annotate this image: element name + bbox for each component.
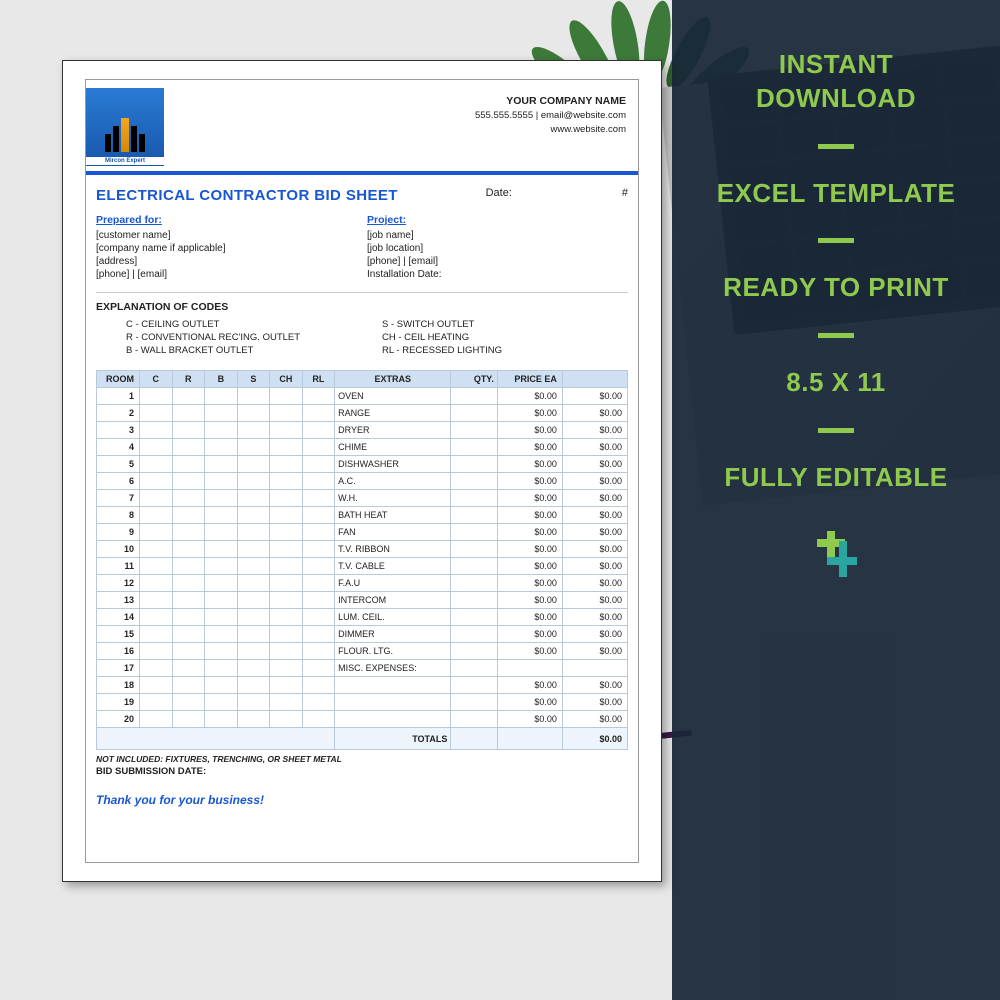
divider bbox=[818, 333, 854, 338]
table-row: 11T.V. CABLE$0.00$0.00 bbox=[97, 558, 628, 575]
totals-label: TOTALS bbox=[335, 728, 451, 750]
table-row: 20$0.00$0.00 bbox=[97, 711, 628, 728]
col-header: PRICE EA bbox=[497, 371, 562, 388]
divider bbox=[818, 144, 854, 149]
bid-date-label: BID SUBMISSION DATE: bbox=[86, 764, 638, 779]
table-row: 3DRYER$0.00$0.00 bbox=[97, 422, 628, 439]
table-row: 17MISC. EXPENSES: bbox=[97, 660, 628, 677]
code-line: B - WALL BRACKET OUTLET bbox=[126, 345, 372, 356]
table-row: 1OVEN$0.00$0.00 bbox=[97, 388, 628, 405]
not-included-note: NOT INCLUDED: FIXTURES, TRENCHING, OR SH… bbox=[86, 750, 638, 764]
table-row: 10T.V. RIBBON$0.00$0.00 bbox=[97, 541, 628, 558]
project-block: Project: [job name] [job location] [phon… bbox=[367, 214, 628, 282]
divider bbox=[818, 428, 854, 433]
table-row: 19$0.00$0.00 bbox=[97, 694, 628, 711]
codes-col-right: S - SWITCH OUTLET CH - CEIL HEATING RL -… bbox=[382, 317, 628, 358]
table-row: 9FAN$0.00$0.00 bbox=[97, 524, 628, 541]
col-header: QTY. bbox=[451, 371, 497, 388]
divider bbox=[818, 238, 854, 243]
col-header bbox=[562, 371, 627, 388]
col-header: R bbox=[172, 371, 205, 388]
codes-head: EXPLANATION OF CODES bbox=[86, 301, 638, 317]
col-header: B bbox=[205, 371, 238, 388]
prepared-for-block: Prepared for: [customer name] [company n… bbox=[96, 214, 357, 282]
company-contact: 555.555.5555 | email@website.com bbox=[475, 109, 626, 123]
code-line: RL - RECESSED LIGHTING bbox=[382, 345, 628, 356]
code-line: S - SWITCH OUTLET bbox=[382, 319, 628, 330]
col-header: RL bbox=[302, 371, 335, 388]
promo-item: FULLY EDITABLE bbox=[696, 461, 976, 495]
project-line: Installation Date: bbox=[367, 269, 628, 280]
table-row: 13INTERCOM$0.00$0.00 bbox=[97, 592, 628, 609]
col-header: CH bbox=[270, 371, 303, 388]
prepared-line: [address] bbox=[96, 256, 357, 267]
col-header: EXTRAS bbox=[335, 371, 451, 388]
doc-number: # bbox=[622, 187, 628, 204]
company-site: www.website.com bbox=[475, 123, 626, 137]
doc-title: ELECTRICAL CONTRACTOR BID SHEET bbox=[96, 187, 398, 204]
date-label: Date: bbox=[486, 187, 512, 204]
company-name: YOUR COMPANY NAME bbox=[475, 94, 626, 109]
table-row: 15DIMMER$0.00$0.00 bbox=[97, 626, 628, 643]
table-row: 2RANGE$0.00$0.00 bbox=[97, 405, 628, 422]
table-row: 16FLOUR. LTG.$0.00$0.00 bbox=[97, 643, 628, 660]
totals-value: $0.00 bbox=[562, 728, 627, 750]
table-row: 6A.C.$0.00$0.00 bbox=[97, 473, 628, 490]
promo-item: READY TO PRINT bbox=[696, 271, 976, 305]
project-line: [job name] bbox=[367, 230, 628, 241]
table-row: 4CHIME$0.00$0.00 bbox=[97, 439, 628, 456]
col-header: C bbox=[139, 371, 172, 388]
project-head: Project: bbox=[367, 214, 628, 226]
header-rule bbox=[86, 171, 638, 175]
col-header: ROOM bbox=[97, 371, 140, 388]
prepared-line: [phone] | [email] bbox=[96, 269, 357, 280]
col-header: S bbox=[237, 371, 270, 388]
logo-name: Mircon Expert bbox=[86, 157, 164, 165]
brand-mark-icon bbox=[813, 531, 859, 577]
company-block: YOUR COMPANY NAME 555.555.5555 | email@w… bbox=[475, 88, 630, 137]
bid-table: ROOMCRBSCHRLEXTRASQTY.PRICE EA 1OVEN$0.0… bbox=[96, 370, 628, 750]
prepared-line: [customer name] bbox=[96, 230, 357, 241]
table-row: 12F.A.U$0.00$0.00 bbox=[97, 575, 628, 592]
thanks-line: Thank you for your business! bbox=[86, 779, 638, 807]
table-row: 14LUM. CEIL.$0.00$0.00 bbox=[97, 609, 628, 626]
promo-panel: INSTANT DOWNLOAD EXCEL TEMPLATE READY TO… bbox=[672, 0, 1000, 1000]
section-rule bbox=[96, 292, 628, 293]
promo-item: 8.5 X 11 bbox=[696, 366, 976, 400]
company-logo: Mircon Expert bbox=[86, 88, 164, 166]
codes-col-left: C - CEILING OUTLET R - CONVENTIONAL REC'… bbox=[126, 317, 372, 358]
promo-item: EXCEL TEMPLATE bbox=[696, 177, 976, 211]
table-row: 7W.H.$0.00$0.00 bbox=[97, 490, 628, 507]
code-line: R - CONVENTIONAL REC'ING. OUTLET bbox=[126, 332, 372, 343]
table-row: 18$0.00$0.00 bbox=[97, 677, 628, 694]
prepared-line: [company name if applicable] bbox=[96, 243, 357, 254]
prepared-head: Prepared for: bbox=[96, 214, 357, 226]
code-line: C - CEILING OUTLET bbox=[126, 319, 372, 330]
code-line: CH - CEIL HEATING bbox=[382, 332, 628, 343]
project-line: [job location] bbox=[367, 243, 628, 254]
document-sheet: Mircon Expert YOUR COMPANY NAME 555.555.… bbox=[62, 60, 662, 882]
table-row: 5DISHWASHER$0.00$0.00 bbox=[97, 456, 628, 473]
project-line: [phone] | [email] bbox=[367, 256, 628, 267]
totals-row: TOTALS $0.00 bbox=[97, 728, 628, 750]
table-row: 8BATH HEAT$0.00$0.00 bbox=[97, 507, 628, 524]
promo-item: INSTANT DOWNLOAD bbox=[696, 48, 976, 116]
